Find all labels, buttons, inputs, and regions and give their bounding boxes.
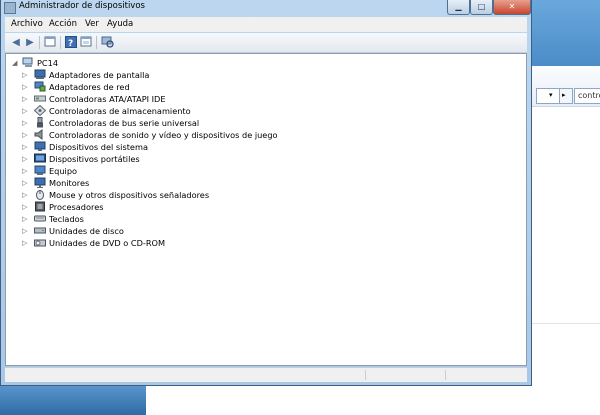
toolbar-separator [96,36,97,49]
expand-icon[interactable]: ▷ [22,166,28,176]
expand-icon[interactable]: ▷ [22,154,28,164]
portable-device-icon [34,153,46,164]
tree-item-label: Procesadores [49,202,104,212]
tree-item[interactable]: ▷ Controladoras de almacenamiento [20,104,500,117]
tree-item-label: Unidades de disco [49,226,124,236]
expand-icon[interactable]: ▷ [22,202,28,212]
expand-icon[interactable]: ▷ [22,118,28,128]
tree-root[interactable]: ◢ PC14 [10,57,310,69]
dropdown-button[interactable]: ▾ [536,88,560,104]
speaker-icon [34,129,46,140]
expand-icon[interactable]: ▷ [22,190,28,200]
scan-hardware-icon[interactable] [100,36,114,49]
title-bar[interactable]: Administrador de dispositivos ▁ □ ✕ [1,0,533,16]
disk-drive-icon [34,225,46,236]
svg-text:?: ? [68,39,73,48]
keyboard-icon [34,213,46,224]
tree-item-label: Monitores [49,178,90,188]
menu-bar: Archivo Acción Ver Ayuda [5,17,527,32]
search-input[interactable]: contro [574,88,600,104]
monitor-icon [34,177,46,188]
processor-icon [34,201,46,212]
mouse-icon [34,189,46,200]
tree-item-label: Controladoras de bus serie universal [49,118,200,128]
tree-item[interactable]: ▷ Controladoras de bus serie universal [20,117,500,129]
toolbar: ◀ ▶ ? [5,33,527,53]
usb-icon [34,117,46,128]
tree-item-label: Mouse y otros dispositivos señaladores [49,190,210,200]
background-window[interactable]: ▾ ▸ contro [520,0,600,415]
help-icon[interactable]: ? [64,36,78,49]
back-icon[interactable]: ◀ [9,36,23,49]
expand-icon[interactable]: ▷ [22,130,28,140]
background-window-lower-area [146,385,600,415]
tree-root-label: PC14 [37,58,59,68]
tree-item[interactable]: ▷ Mouse y otros dispositivos señaladores [20,189,500,201]
menu-ver[interactable]: Ver [85,19,99,29]
tree-item-label: Controladoras de sonido y vídeo y dispos… [49,130,278,140]
window-title: Administrador de dispositivos [19,1,145,11]
device-manager-window: Administrador de dispositivos ▁ □ ✕ Arch… [0,0,532,386]
tree-item[interactable]: ▷ Controladoras de sonido y vídeo y disp… [20,129,500,141]
device-manager-icon [4,2,16,14]
tree-item-label: Adaptadores de pantalla [49,70,150,80]
status-divider [445,370,446,380]
expand-icon[interactable]: ▷ [22,82,28,92]
tree-item-label: Adaptadores de red [49,82,130,92]
tree-item-label: Dispositivos portátiles [49,154,140,164]
tree-item[interactable]: ▷ Monitores [20,177,500,189]
divider [528,323,600,324]
storage-controller-icon [33,104,47,117]
tree-item[interactable]: ▷ Procesadores [20,201,500,213]
tree-item-label: Teclados [49,214,84,224]
expand-icon[interactable]: ▷ [22,94,28,104]
menu-ayuda[interactable]: Ayuda [107,19,133,29]
tree-item[interactable]: ▷ Equipo [20,165,500,177]
dvd-drive-icon [34,237,46,248]
expand-icon[interactable]: ▷ [22,178,28,188]
tree-item-label: Controladoras de almacenamiento [49,106,191,116]
collapse-icon[interactable]: ◢ [12,58,18,68]
tree-item-label: Equipo [49,166,78,176]
tree-item-label: Controladoras ATA/ATAPI IDE [49,94,166,104]
tree-item-label: Unidades de DVD o CD-ROM [49,238,166,248]
expand-icon[interactable]: ▷ [22,238,28,248]
tree-item[interactable]: ▷ Controladoras ATA/ATAPI IDE [20,93,500,105]
status-bar [5,367,527,382]
properties-icon[interactable] [43,36,57,49]
ide-controller-icon [34,93,46,104]
tree-item[interactable]: ▷ Unidades de DVD o CD-ROM [20,237,500,249]
status-divider [365,370,366,380]
maximize-button[interactable]: □ [470,0,493,15]
menu-archivo[interactable]: Archivo [11,19,43,29]
tree-item[interactable]: ▷ Dispositivos del sistema [20,141,500,153]
expand-icon[interactable]: ▷ [22,106,28,116]
close-button[interactable]: ✕ [493,0,531,15]
display-adapter-icon [34,69,46,80]
computer-icon [22,57,34,68]
tree-item[interactable]: ▷ Adaptadores de red [20,81,500,93]
chevron-down-icon: ▾ [549,91,553,99]
device-tree[interactable]: ◢ PC14 ▷ Adaptadores de pantalla ▷ Adapt… [5,53,527,366]
expand-icon[interactable]: ▷ [22,70,28,80]
network-adapter-icon [34,81,46,92]
computer-icon [34,165,46,176]
expand-icon[interactable]: ▷ [22,142,28,152]
system-device-icon [34,141,46,152]
tree-item[interactable]: ▷ Unidades de disco [20,225,500,237]
expand-icon[interactable]: ▷ [22,226,28,236]
menu-accion[interactable]: Acción [49,19,77,29]
console-icon[interactable] [79,36,93,49]
forward-arrow-icon: ▸ [562,91,566,99]
toolbar-separator [60,36,61,49]
refresh-button[interactable]: ▸ [559,88,573,104]
toolbar-separator [39,36,40,49]
tree-item[interactable]: ▷ Teclados [20,213,500,225]
expand-icon[interactable]: ▷ [22,214,28,224]
tree-item-label: Dispositivos del sistema [49,142,148,152]
minimize-button[interactable]: ▁ [447,0,470,15]
forward-icon[interactable]: ▶ [23,36,37,49]
tree-item[interactable]: ▷ Adaptadores de pantalla [20,69,500,81]
tree-item[interactable]: ▷ Dispositivos portátiles [20,153,500,165]
